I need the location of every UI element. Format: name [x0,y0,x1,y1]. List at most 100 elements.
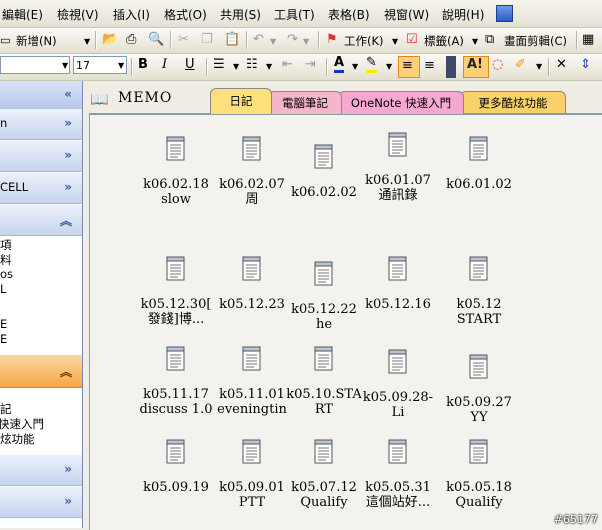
new-button[interactable]: 新增(N) [16,33,57,49]
tab-diary[interactable]: 日記 [210,88,272,114]
redo-icon[interactable]: ↷ [287,32,298,47]
open-folder-icon[interactable]: 📂 [102,32,118,47]
underline-icon[interactable]: U [185,57,195,72]
bold-icon[interactable]: B [138,57,148,72]
work-dropdown-icon[interactable]: ▼ [392,37,398,46]
page-document-icon[interactable] [166,438,186,464]
cut-icon[interactable]: ✂ [178,32,189,47]
tab-onenote-quickstart[interactable]: OneNote 快速入門 [338,91,464,114]
notebook-bar-5[interactable]: » [0,455,82,486]
page-label[interactable]: k06.02.07 周 [214,177,290,207]
page-label[interactable]: k05.11.01 eveningtin [214,387,290,417]
page-label[interactable]: k06.02.02 [286,185,362,200]
page-document-icon[interactable] [469,135,489,161]
section-item[interactable]: E [0,332,7,346]
page-label[interactable]: k05.09.19 [138,480,214,495]
menu-format[interactable]: 格式(O) [164,6,207,23]
toolbar-overflow-handle[interactable] [446,56,456,78]
page-label[interactable]: k05.09.27 YY [441,395,517,425]
work-button[interactable]: 工作(K) [344,33,384,49]
page-label[interactable]: k05.11.17 discuss 1.0 [138,387,214,417]
page-document-icon[interactable] [469,438,489,464]
menu-tools[interactable]: 工具(T) [274,6,315,23]
screen-clip-icon[interactable]: ⧉ [485,32,494,47]
task-flag-icon[interactable]: ⚑ [326,32,338,47]
page-document-icon[interactable] [166,255,186,281]
page-label[interactable]: k05.12.30[發錢]博... [138,297,214,327]
screen-clip-button[interactable]: 畫面剪輯(C) [504,33,567,49]
menu-share[interactable]: 共用(S) [220,6,261,23]
tag-button[interactable]: 標籤(A) [424,33,464,49]
page-label[interactable]: k05.12 START [441,297,517,327]
highlight-icon[interactable]: ✎ [366,56,377,73]
undo-dropdown-icon[interactable]: ▼ [270,37,276,46]
bullets-icon[interactable]: ☰ [213,57,225,72]
insert-space-icon[interactable]: ⇕ [580,57,591,72]
page-document-icon[interactable] [166,345,186,371]
menu-edit[interactable]: 編輯(E) [2,6,43,23]
collapse-chevron-icon[interactable]: ︽ [60,212,72,229]
section-item-diary[interactable]: 記 [0,401,12,417]
section-item[interactable]: 料 [0,252,12,268]
page-label[interactable]: k06.01.07 通訊錄 [360,173,436,203]
font-color-dropdown-icon[interactable]: ▼ [352,62,358,71]
ink-lasso-icon[interactable]: ◌ [492,57,503,72]
page-document-icon[interactable] [242,438,262,464]
font-name-select[interactable] [0,56,70,74]
decrease-indent-icon[interactable]: ⇤ [282,57,293,72]
table-icon[interactable]: ▦ [582,32,594,47]
page-document-icon[interactable] [314,260,334,286]
page-document-icon[interactable] [242,135,262,161]
page-label[interactable]: k05.12.22 he [286,302,362,332]
section-item[interactable]: 項 [0,237,12,253]
menu-window[interactable]: 視窗(W) [384,6,429,23]
highlight-dropdown-icon[interactable]: ▼ [386,62,392,71]
notebook-bar-1[interactable]: n » [0,109,82,140]
notebook-bar-3[interactable]: CELL » [0,173,82,204]
page-document-icon[interactable] [388,131,408,157]
page-label[interactable]: k06.02.18 slow [138,177,214,207]
page-label[interactable]: k05.09.28- Li [360,390,436,420]
numbering-dropdown-icon[interactable]: ▼ [266,62,272,71]
page-label[interactable]: k05.05.18 Qualify [441,480,517,510]
tab-computer-notes[interactable]: 電腦筆記 [268,91,342,114]
section-item-more[interactable]: 炫功能 [0,431,35,447]
page-document-icon[interactable] [314,438,334,464]
font-name-dropdown-icon[interactable]: ▼ [62,61,68,70]
notebook-bar-6[interactable]: » [0,487,82,518]
expand-chevron-icon[interactable]: » [64,180,72,194]
page-label[interactable]: k05.07.12 Qualify [286,480,362,510]
page-label[interactable]: k05.10.STA RT [286,387,362,417]
section-item-quickstart[interactable]: 快速入門 [0,416,44,432]
page-label[interactable]: k06.01.02 [441,177,517,192]
page-document-icon[interactable] [469,353,489,379]
undo-icon[interactable]: ↶ [253,32,264,47]
notebook-bar-2[interactable]: » [0,141,82,172]
expand-chevron-icon[interactable]: » [64,116,72,130]
expand-chevron-icon[interactable]: » [64,494,72,508]
page-label[interactable]: k05.05.31 這個站好... [360,480,436,510]
tag-dropdown-icon[interactable]: ▼ [472,37,478,46]
notebook-bar-4[interactable]: ︽ [0,205,82,236]
menu-view[interactable]: 檢視(V) [57,6,99,23]
print-icon[interactable]: ⎙ [126,32,136,47]
menu-table[interactable]: 表格(B) [328,6,370,23]
page-document-icon[interactable] [314,345,334,371]
collapse-pane-icon[interactable]: « [64,87,72,101]
pen-icon[interactable]: ✐ [515,57,526,72]
print-preview-icon[interactable]: 🔍 [148,32,164,47]
align-right-icon[interactable]: ≡ [424,58,435,73]
section-item[interactable]: os [0,267,13,281]
expand-chevron-icon[interactable]: » [64,462,72,476]
notebook-bar-memo-active[interactable]: ︽ [0,355,82,388]
page-label[interactable]: k05.09.01 PTT [214,480,290,510]
new-dropdown-icon[interactable]: ▼ [84,37,90,46]
copy-icon[interactable]: ❐ [201,32,213,47]
page-document-icon[interactable] [469,255,489,281]
page-document-icon[interactable] [314,143,334,169]
font-size-dropdown-icon[interactable]: ▼ [118,61,124,70]
italic-icon[interactable]: I [162,57,167,72]
font-color-icon[interactable]: A [334,56,345,73]
collapse-chevron-icon[interactable]: ︽ [60,363,72,380]
redo-dropdown-icon[interactable]: ▼ [303,37,309,46]
